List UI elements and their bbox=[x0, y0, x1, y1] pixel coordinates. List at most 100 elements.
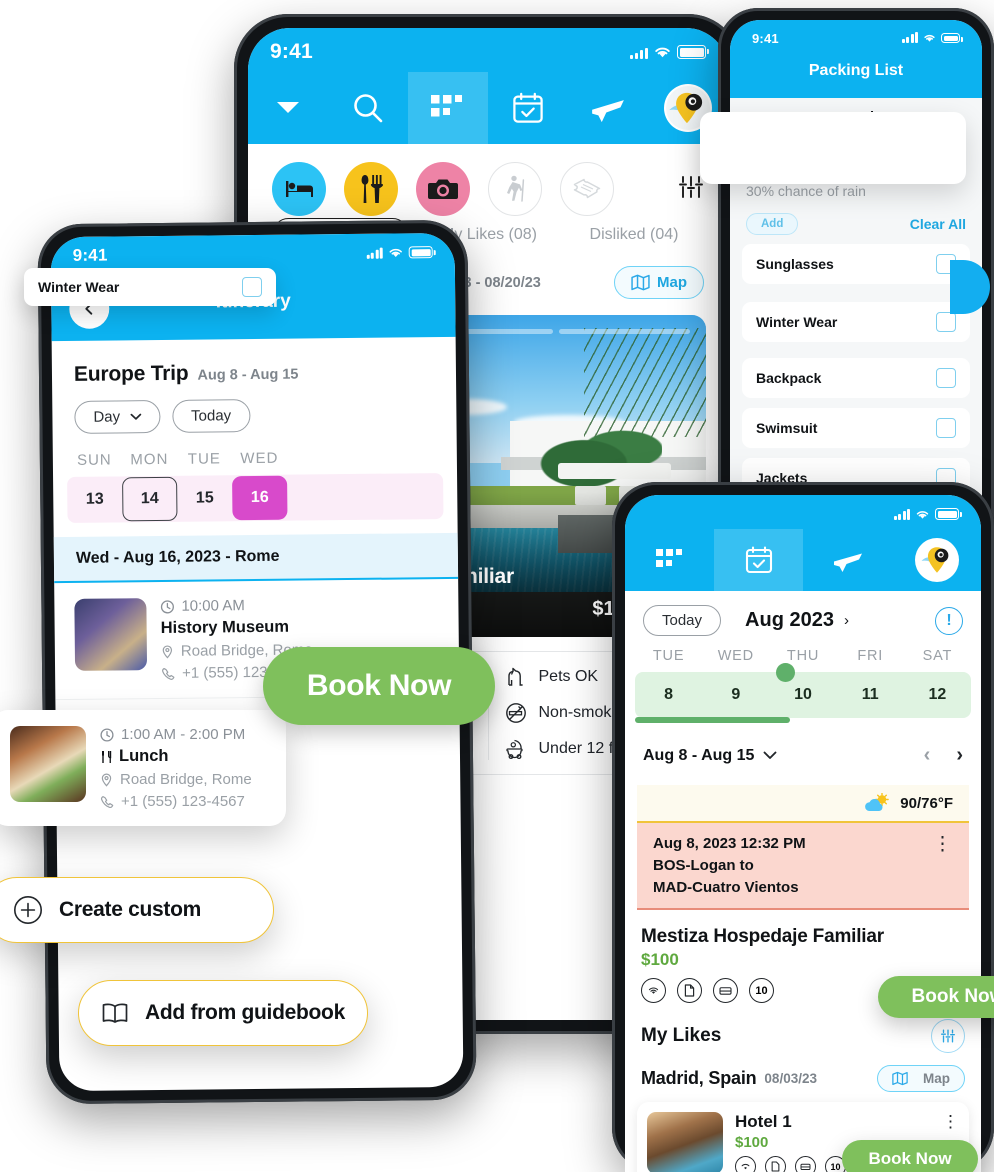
my-likes-title: My Likes bbox=[641, 1025, 722, 1047]
day-strip: 13 14 15 16 bbox=[67, 473, 444, 523]
packing-item[interactable]: Swimsuit bbox=[742, 408, 970, 448]
likes-city-row: Madrid, Spain 08/03/23 Map bbox=[625, 1053, 981, 1093]
flight-datetime: Aug 8, 2023 12:32 PM bbox=[653, 835, 806, 852]
trip-name: Europe Trip bbox=[73, 361, 189, 386]
day-cell[interactable]: 13 bbox=[67, 490, 122, 509]
winter-wear-checkbox[interactable] bbox=[242, 277, 262, 297]
progress-underline bbox=[635, 717, 790, 723]
grid-icon bbox=[655, 549, 682, 567]
bed-circle-icon bbox=[795, 1156, 816, 1172]
weather-temps: 90/76°F bbox=[900, 794, 953, 812]
add-from-guidebook-button[interactable]: Add from guidebook bbox=[78, 980, 368, 1046]
category-tickets[interactable] bbox=[560, 162, 614, 216]
book-now-button-main[interactable]: Book Now bbox=[263, 647, 495, 725]
nav-profile[interactable] bbox=[892, 529, 981, 591]
today-button[interactable]: Today bbox=[643, 605, 722, 636]
dow-thu: THU bbox=[786, 648, 820, 664]
day-view-selector[interactable]: Day bbox=[74, 400, 161, 434]
nav-flights[interactable] bbox=[803, 529, 892, 591]
calendar-day[interactable]: 12 bbox=[904, 686, 971, 704]
nav-explore[interactable] bbox=[408, 72, 488, 144]
day-header: Wed - Aug 16, 2023 - Rome bbox=[53, 532, 459, 584]
flight-event-card[interactable]: Aug 8, 2023 12:32 PM BOS-Logan to MAD-Cu… bbox=[637, 823, 969, 911]
status-bar: 9:41 bbox=[248, 28, 728, 72]
create-custom-button[interactable]: Create custom bbox=[0, 877, 274, 943]
dow-wed: WED bbox=[240, 449, 279, 468]
calendar-day[interactable]: 8 bbox=[635, 686, 702, 704]
winter-wear-floating-item[interactable]: Winter Wear bbox=[24, 268, 276, 306]
wifi-icon bbox=[655, 47, 670, 58]
hiker-icon bbox=[507, 175, 525, 202]
packing-item[interactable]: Sunglasses bbox=[742, 244, 970, 284]
category-food[interactable] bbox=[344, 162, 398, 216]
prev-range-button[interactable]: ‹ bbox=[924, 744, 931, 767]
packing-item-checkbox[interactable] bbox=[936, 418, 956, 438]
dow-sun: SUN bbox=[76, 451, 112, 469]
nav-flights[interactable] bbox=[568, 72, 648, 144]
lunch-phone: +1 (555) 123-4567 bbox=[121, 793, 245, 810]
nav-calendar[interactable] bbox=[714, 529, 803, 591]
category-hike[interactable] bbox=[488, 162, 542, 216]
calendar-day-selected[interactable]: 10 bbox=[769, 686, 836, 704]
signal-bars-icon bbox=[901, 31, 918, 43]
packing-item[interactable]: Winter Wear bbox=[742, 302, 970, 342]
range-arrows: ‹ › bbox=[924, 744, 963, 767]
phone-icon bbox=[100, 795, 114, 808]
clear-all-button[interactable]: Clear All bbox=[910, 216, 966, 232]
day-cell-selected[interactable]: 14 bbox=[122, 476, 178, 522]
add-item-button[interactable]: Add bbox=[746, 213, 799, 235]
pin-icon bbox=[162, 644, 173, 659]
lunch-time: 1:00 AM - 2:00 PM bbox=[121, 726, 246, 743]
stroller-icon bbox=[505, 739, 523, 760]
sliders-icon[interactable] bbox=[678, 174, 704, 205]
kebab-menu-icon[interactable]: ⋮ bbox=[933, 833, 953, 898]
likes-city-date: 08/03/23 bbox=[764, 1071, 817, 1087]
book-now-button-listing[interactable]: Book Now bbox=[842, 1140, 978, 1172]
battery-icon bbox=[935, 508, 962, 520]
category-stay[interactable] bbox=[272, 162, 326, 216]
packing-item[interactable]: Backpack bbox=[742, 358, 970, 398]
weekday-row: SUN MON TUE WED bbox=[53, 430, 457, 469]
chevron-right-icon[interactable]: › bbox=[844, 612, 849, 629]
packing-item-checkbox[interactable] bbox=[936, 368, 956, 388]
nav-search[interactable] bbox=[328, 72, 408, 144]
hotel-price: $100 bbox=[641, 950, 679, 970]
calendar-day[interactable]: 11 bbox=[837, 686, 904, 704]
kebab-menu-icon[interactable]: ⋮ bbox=[942, 1112, 959, 1132]
amenity-label: Pets OK bbox=[538, 668, 599, 685]
calendar-phone: Today Aug 2023 › ! TUE WED THU FRI SAT 8… bbox=[612, 482, 994, 1172]
packing-item-label: Swimsuit bbox=[756, 420, 818, 436]
sliders-icon[interactable] bbox=[931, 1019, 965, 1054]
day-cell-highlight[interactable]: 16 bbox=[232, 475, 288, 521]
map-button[interactable]: Map bbox=[877, 1065, 965, 1093]
plus-circle-icon bbox=[14, 896, 42, 924]
hotel-name: Mestiza Hospedaje Familiar bbox=[641, 926, 884, 948]
next-range-button[interactable]: › bbox=[956, 744, 963, 767]
avatar bbox=[914, 538, 959, 582]
calendar-weekday-row: TUE WED THU FRI SAT bbox=[625, 636, 981, 664]
category-photo[interactable] bbox=[416, 162, 470, 216]
search-icon bbox=[354, 94, 383, 123]
book-now-button-calendar[interactable]: Book Now bbox=[878, 976, 994, 1018]
map-button[interactable]: Map bbox=[614, 266, 704, 299]
lunch-event-card[interactable]: 1:00 AM - 2:00 PM Lunch Road Bridge, Rom… bbox=[0, 710, 286, 826]
battery-icon bbox=[408, 246, 433, 259]
nav-calendar[interactable] bbox=[488, 72, 568, 144]
calendar-screen: Today Aug 2023 › ! TUE WED THU FRI SAT 8… bbox=[625, 495, 981, 1172]
calendar-day[interactable]: 9 bbox=[702, 686, 769, 704]
exclamation-circle-icon[interactable]: ! bbox=[935, 606, 963, 635]
day-cell[interactable]: 15 bbox=[177, 489, 232, 508]
packing-item-checkbox[interactable] bbox=[936, 312, 956, 332]
lunch-details: 1:00 AM - 2:00 PM Lunch Road Bridge, Rom… bbox=[100, 726, 268, 810]
tab-disliked[interactable]: Disliked (04) bbox=[564, 226, 704, 244]
today-button[interactable]: Today bbox=[171, 399, 251, 433]
nav-dropdown[interactable] bbox=[248, 72, 328, 144]
lunch-address: Road Bridge, Rome bbox=[120, 771, 252, 788]
weather-strip: 90/76°F bbox=[637, 785, 969, 823]
nav-explore[interactable] bbox=[625, 529, 714, 591]
carousel-dot[interactable] bbox=[559, 329, 691, 334]
sun-cloud-icon bbox=[865, 793, 890, 811]
battery-icon bbox=[941, 33, 963, 43]
airplane-icon bbox=[592, 100, 624, 123]
dow-mon: MON bbox=[130, 450, 169, 469]
